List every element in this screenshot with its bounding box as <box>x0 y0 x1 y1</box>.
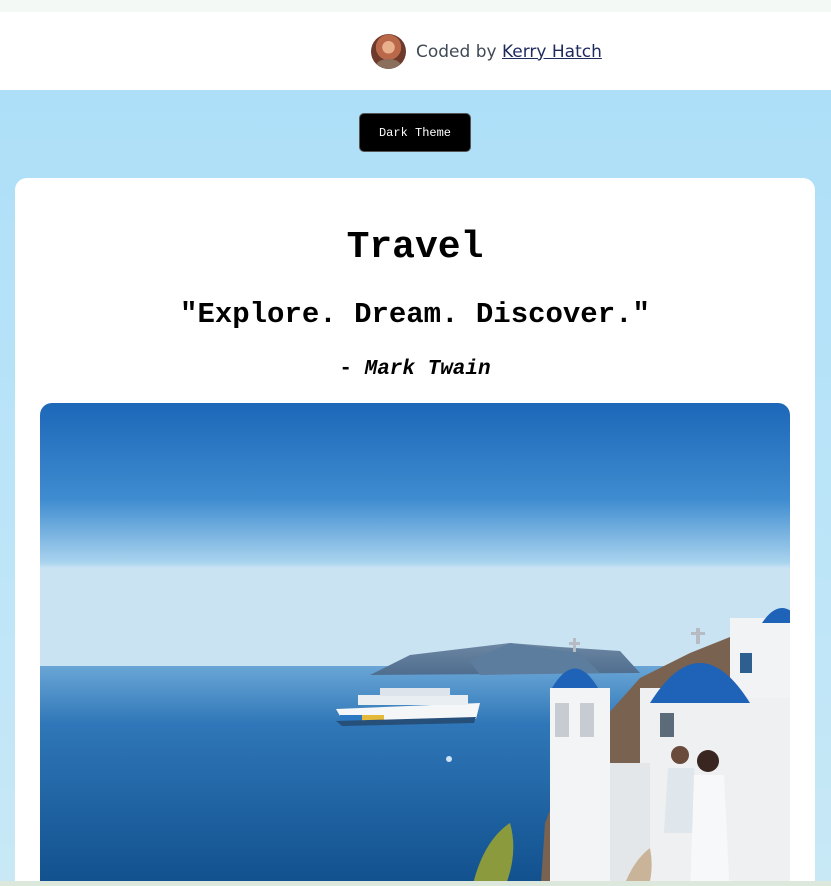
credit-text: Coded by Kerry Hatch <box>416 42 602 62</box>
card-title: Travel <box>346 226 484 269</box>
author-name: Mark Twain <box>364 358 491 381</box>
dark-theme-button[interactable]: Dark Theme <box>359 113 471 152</box>
main-area: Dark Theme Travel "Explore. Dream. Disco… <box>0 90 831 886</box>
bottom-strip <box>0 881 831 886</box>
travel-photo <box>40 403 790 886</box>
top-strip <box>0 0 831 12</box>
quote-card: Travel "Explore. Dream. Discover." - Mar… <box>15 178 815 886</box>
author-dash: - <box>339 358 365 381</box>
credit: Coded by Kerry Hatch <box>371 34 602 69</box>
quote-text: "Explore. Dream. Discover." <box>180 298 650 331</box>
author-link[interactable]: Kerry Hatch <box>502 42 602 62</box>
quote-author: - Mark Twain <box>15 358 815 381</box>
author-avatar <box>371 34 406 69</box>
santorini-illustration <box>40 403 790 886</box>
credit-bar: Coded by Kerry Hatch <box>0 12 831 90</box>
credit-prefix: Coded by <box>416 41 497 62</box>
